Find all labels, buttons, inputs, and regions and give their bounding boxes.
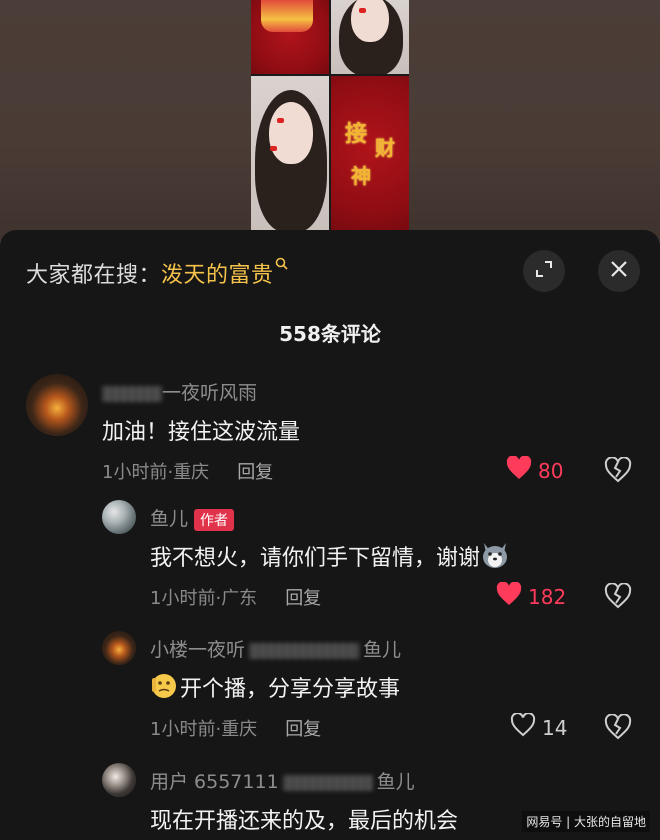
reply-button[interactable]: 回复 — [237, 462, 273, 483]
heart-icon — [496, 581, 522, 611]
broken-heart-icon — [604, 582, 632, 613]
comment-text: 加油！接住这波流量 — [102, 420, 301, 445]
poster-char: 接 — [345, 121, 368, 147]
heart-icon — [510, 712, 536, 742]
comment-username[interactable]: 小楼一夜听 鱼儿 — [150, 635, 401, 662]
comment-text: 开个播，分享分享故事 — [150, 671, 400, 706]
dislike-button[interactable] — [604, 713, 632, 744]
selfie-tile-top — [331, 0, 409, 74]
like-button[interactable]: 182 — [496, 581, 567, 611]
comment-username[interactable]: 一夜听风雨 — [102, 378, 257, 405]
comment-location: 重庆 — [221, 719, 258, 740]
search-suggestion[interactable]: 大家都在搜：泼天的富贵 — [26, 257, 288, 289]
search-suggestion-keyword[interactable]: 泼天的富贵 — [161, 263, 274, 288]
comment-text: 现在开播还来的及，最后的机会 — [150, 809, 459, 834]
caishen-tile — [251, 0, 329, 74]
author-badge: 作者 — [194, 508, 235, 531]
video-background[interactable]: 接 财 神 — [0, 0, 660, 240]
comment-meta: 1小时前·重庆 回复 — [102, 462, 274, 483]
close-icon — [610, 260, 628, 282]
comment-count-title: 558条评论 — [279, 322, 381, 346]
close-button[interactable] — [598, 250, 640, 292]
thinking-emoji-icon — [150, 672, 180, 706]
like-button[interactable]: 14 — [510, 712, 568, 742]
broken-heart-icon — [604, 456, 632, 487]
comment-sheet: 大家都在搜：泼天的富贵 558条评论 一夜听风雨 加油！接住这波流量 1小时前·… — [0, 230, 660, 840]
jiecaishen-tile: 接 财 神 — [331, 76, 409, 232]
like-button[interactable]: 80 — [506, 455, 564, 485]
avatar[interactable] — [26, 374, 88, 436]
avatar[interactable] — [102, 500, 136, 534]
comment-text: 我不想火，请你们手下留情，谢谢 — [150, 540, 510, 575]
expand-icon — [534, 259, 554, 283]
comment-meta: 1小时前·广东 回复 — [150, 588, 322, 609]
reply-button[interactable]: 回复 — [285, 588, 321, 609]
video-collage: 接 财 神 — [251, 0, 409, 232]
like-count: 80 — [538, 458, 564, 483]
broken-heart-icon — [604, 713, 632, 744]
dislike-button[interactable] — [604, 582, 632, 613]
search-suggestion-prefix: 大家都在搜： — [26, 263, 162, 288]
avatar[interactable] — [102, 763, 136, 797]
expand-button[interactable] — [523, 250, 565, 292]
avatar[interactable] — [102, 631, 136, 665]
comment-username[interactable]: 鱼儿 作者 — [150, 504, 235, 531]
like-count: 182 — [528, 584, 567, 609]
watermark: 网易号 | 大张的自留地 — [522, 811, 650, 832]
poster-char: 神 — [351, 164, 371, 188]
poster-char: 财 — [375, 136, 395, 160]
comment-location: 重庆 — [173, 462, 210, 483]
caishen-figure — [261, 0, 313, 32]
like-count: 14 — [542, 715, 568, 740]
reply-button[interactable]: 回复 — [285, 719, 321, 740]
dislike-button[interactable] — [604, 456, 632, 487]
husky-emoji-icon — [480, 541, 510, 575]
heart-icon — [506, 455, 532, 485]
selfie-tile-bottom — [251, 76, 329, 232]
comment-time: 1小时前 — [150, 719, 216, 740]
search-icon — [275, 257, 288, 274]
comment-meta: 1小时前·重庆 回复 — [150, 719, 322, 740]
comment-time: 1小时前 — [150, 588, 216, 609]
comment-location: 广东 — [221, 588, 258, 609]
comment-time: 1小时前 — [102, 462, 168, 483]
comment-username[interactable]: 用户 6557111 鱼儿 — [150, 767, 415, 794]
